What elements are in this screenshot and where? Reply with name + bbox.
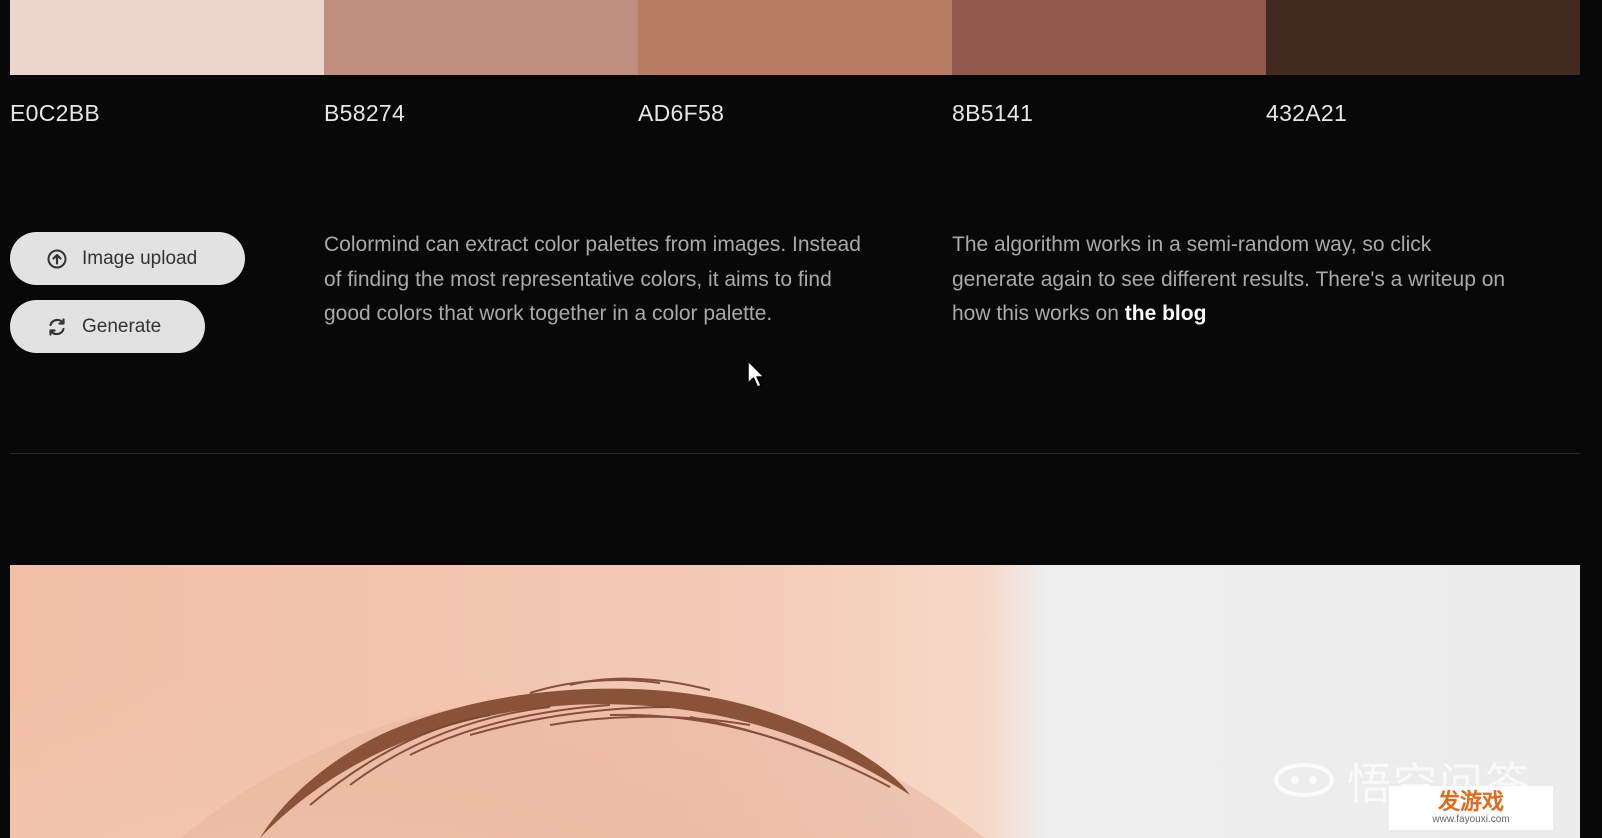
blog-link[interactable]: the blog <box>1125 302 1207 325</box>
color-swatch[interactable] <box>952 0 1266 75</box>
badge-title: 发游戏 <box>1437 789 1504 814</box>
wukong-logo-icon <box>1274 763 1334 797</box>
hex-code: 8B5141 <box>952 100 1034 126</box>
hex-code: E0C2BB <box>10 100 101 126</box>
color-swatch[interactable] <box>10 0 324 75</box>
algorithm-body: The algorithm works in a semi-random way… <box>952 233 1506 325</box>
palette-swatches <box>10 0 1580 75</box>
image-upload-button[interactable]: Image upload <box>10 232 245 285</box>
image-upload-label: Image upload <box>82 247 198 269</box>
refresh-icon <box>46 316 68 338</box>
colormind-page: E0C2BB B58274 AD6F58 8B5141 432A21 Image… <box>0 0 1602 838</box>
generate-button[interactable]: Generate <box>10 300 205 353</box>
hex-code: B58274 <box>324 100 406 126</box>
section-divider <box>10 453 1580 454</box>
palette-hex-codes: E0C2BB B58274 AD6F58 8B5141 432A21 <box>10 100 1580 127</box>
color-swatch[interactable] <box>324 0 638 75</box>
hex-code: 432A21 <box>1266 100 1348 126</box>
badge-url: www.fayouxi.com <box>1432 814 1510 825</box>
color-swatch[interactable] <box>638 0 952 75</box>
generate-label: Generate <box>82 315 162 337</box>
description-text: Colormind can extract color palettes fro… <box>324 233 861 325</box>
site-badge: 发游戏 www.fayouxi.com <box>1389 786 1553 830</box>
hex-code: AD6F58 <box>638 100 725 126</box>
upload-circle-icon <box>46 248 68 270</box>
algorithm-text: The algorithm works in a semi-random way… <box>952 228 1512 332</box>
mouse-pointer-icon <box>747 360 765 388</box>
color-swatch[interactable] <box>1266 0 1580 75</box>
